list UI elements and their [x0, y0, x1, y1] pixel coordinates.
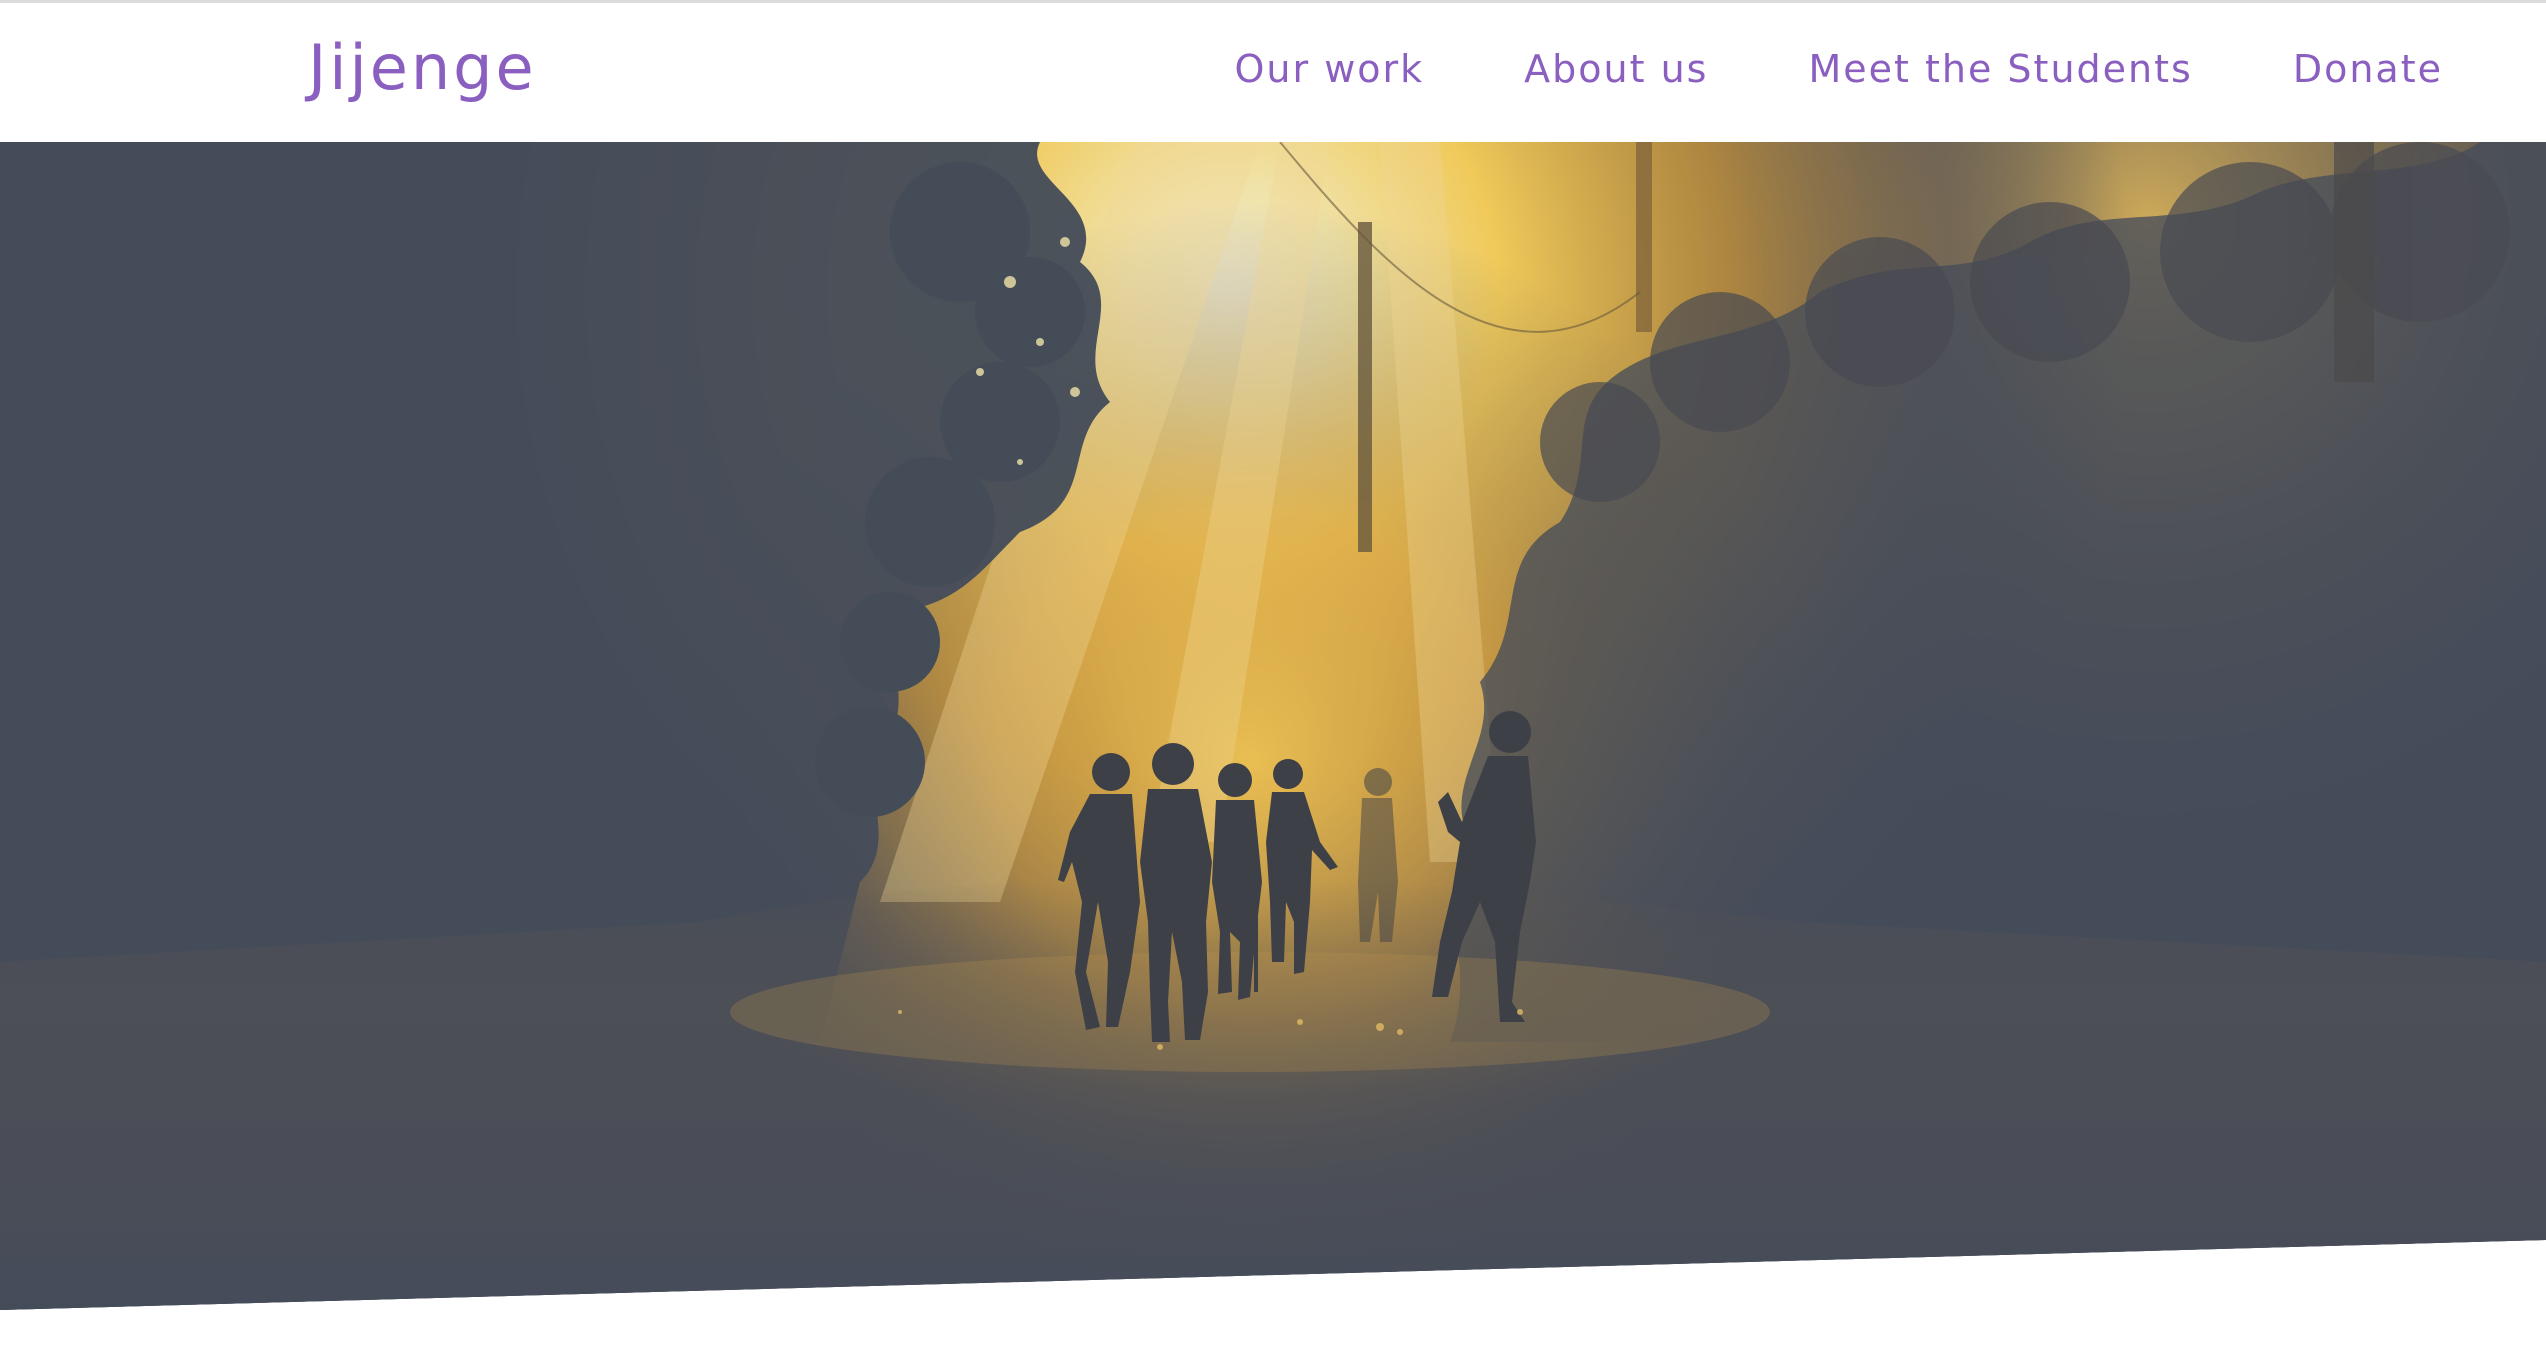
hero-banner [0, 142, 2546, 1310]
hero-image [0, 142, 2546, 1310]
nav-link-meet-the-students[interactable]: Meet the Students [1808, 41, 2192, 97]
nav-link-about-us[interactable]: About us [1524, 41, 1708, 97]
nav-link-donate[interactable]: Donate [2293, 41, 2443, 97]
page: Jijenge Our work About us Meet the Stude… [0, 0, 2546, 1372]
site-header: Jijenge Our work About us Meet the Stude… [0, 3, 2546, 142]
main-nav: Our work About us Meet the Students Dona… [1235, 41, 2444, 97]
site-logo[interactable]: Jijenge [308, 23, 537, 113]
nav-link-our-work[interactable]: Our work [1235, 41, 1425, 97]
